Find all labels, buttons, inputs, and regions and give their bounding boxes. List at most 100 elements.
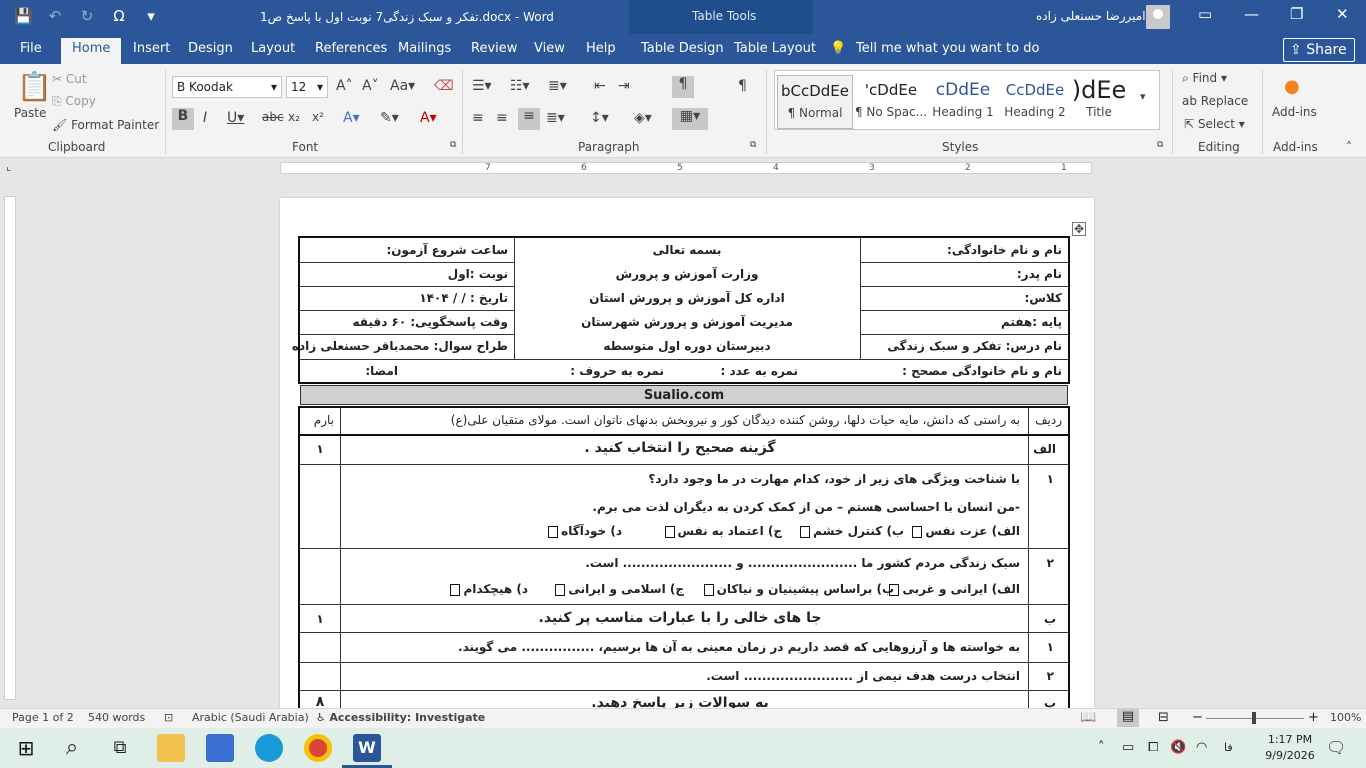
tell-me-search[interactable]: Tell me what you want to do [856, 41, 1039, 56]
print-layout-icon[interactable]: ▤ [1117, 709, 1139, 727]
line-spacing-icon[interactable]: ↕▾ [590, 110, 609, 126]
customize-qat-icon[interactable]: ▾ [142, 7, 160, 25]
user-name[interactable]: امیررضا حسنعلی زاده [1036, 9, 1146, 23]
input-language[interactable]: فا [1224, 741, 1233, 754]
share-button[interactable]: ⇪ Share [1283, 38, 1355, 62]
word-count[interactable]: 540 words [88, 711, 145, 724]
font-color-icon[interactable]: A▾ [420, 110, 437, 126]
font-dialog-launcher-icon[interactable]: ⧉ [450, 140, 456, 150]
symbol-icon[interactable]: Ω [110, 7, 128, 25]
font-name-combo[interactable]: B Koodak ▾ [172, 76, 282, 98]
checkbox[interactable] [800, 525, 811, 538]
cut-button[interactable]: ✂ Cut [52, 72, 87, 86]
table-move-handle-icon[interactable]: ✥ [1072, 222, 1086, 236]
checkbox[interactable] [703, 583, 714, 596]
copy-button[interactable]: ⎘ Copy [52, 94, 96, 109]
close-icon[interactable]: ✕ [1336, 5, 1349, 23]
proofing-icon[interactable]: ⊡ [164, 711, 173, 724]
align-center-icon[interactable]: ≡ [496, 110, 508, 126]
network-icon[interactable]: ◠ [1196, 740, 1207, 755]
grow-font-icon[interactable]: A˄ [336, 78, 353, 94]
horizontal-ruler[interactable]: 7 6 5 4 3 2 1 [280, 162, 1092, 174]
tab-table-design[interactable]: Table Design [641, 41, 724, 56]
tab-home[interactable]: Home [61, 38, 122, 64]
task-view-icon[interactable]: ⧉ [106, 734, 134, 762]
checkbox[interactable] [548, 525, 559, 538]
styles-more-icon[interactable]: ▾ [1140, 90, 1146, 103]
monitor-icon[interactable]: ⧠ [1148, 740, 1158, 755]
accessibility-status[interactable]: ♿ Accessibility: Investigate [316, 711, 485, 724]
decrease-indent-icon[interactable]: ⇤ [594, 78, 606, 94]
borders-icon[interactable]: ▦▾ [672, 108, 708, 130]
justify-icon[interactable]: ≣▾ [546, 110, 565, 126]
shading-icon[interactable]: ◈▾ [634, 110, 652, 126]
style-no-spacing[interactable]: 'cDdEe ¶ No Spac... [853, 75, 929, 129]
clock-date[interactable]: 9/9/2026 [1258, 749, 1322, 762]
tab-insert[interactable]: Insert [133, 41, 170, 56]
bullets-icon[interactable]: ☰▾ [472, 78, 492, 94]
shrink-font-icon[interactable]: A˅ [362, 78, 379, 94]
add-ins-button[interactable]: Add-ins [1272, 105, 1317, 119]
web-layout-icon[interactable]: ⊟ [1158, 710, 1169, 725]
add-ins-icon[interactable]: ● [1284, 76, 1300, 97]
word-app-icon[interactable]: W [353, 734, 381, 762]
volume-muted-icon[interactable]: 🔇 [1170, 740, 1186, 755]
save-icon[interactable]: 💾 [14, 7, 33, 25]
style-title[interactable]: )dEe Title [1061, 75, 1137, 129]
maximize-icon[interactable]: ❐ [1290, 5, 1303, 23]
tab-review[interactable]: Review [471, 41, 517, 56]
checkbox[interactable] [912, 525, 923, 538]
vertical-ruler[interactable] [4, 196, 16, 700]
clock-time[interactable]: 1:17 PM [1262, 733, 1318, 746]
style-normal[interactable]: bCcDdEe ¶ Normal [777, 75, 853, 129]
windows-start-icon[interactable]: ⊞ [12, 734, 40, 762]
tab-file[interactable]: File [20, 41, 42, 56]
file-explorer-icon[interactable] [157, 734, 185, 762]
underline-icon[interactable]: U▾ [227, 110, 244, 126]
font-size-combo[interactable]: 12 ▾ [286, 76, 328, 98]
collapse-ribbon-icon[interactable]: ˄ [1346, 140, 1352, 154]
read-mode-icon[interactable]: 📖 [1080, 710, 1096, 725]
tab-view[interactable]: View [534, 41, 565, 56]
increase-indent-icon[interactable]: ⇥ [618, 78, 630, 94]
edge-icon[interactable] [255, 734, 283, 762]
show-marks-icon[interactable]: ¶ [738, 78, 747, 94]
avatar[interactable] [1146, 5, 1170, 29]
align-right-icon[interactable]: ≡ [518, 108, 540, 130]
zoom-level[interactable]: 100% [1330, 711, 1361, 724]
italic-icon[interactable]: I [203, 110, 207, 126]
paste-button[interactable]: Paste [14, 106, 46, 120]
style-heading-1[interactable]: cDdEe Heading 1 [925, 75, 1001, 129]
search-icon[interactable]: ⌕ [58, 734, 86, 762]
store-icon[interactable] [206, 734, 234, 762]
tab-table-layout[interactable]: Table Layout [734, 41, 816, 56]
text-effects-icon[interactable]: A▾ [343, 110, 360, 126]
tab-help[interactable]: Help [586, 41, 616, 56]
zoom-in-icon[interactable]: + [1308, 710, 1319, 725]
align-left-icon[interactable]: ≡ [472, 110, 484, 126]
multilevel-list-icon[interactable]: ≣▾ [548, 78, 567, 94]
change-case-icon[interactable]: Aa▾ [390, 78, 415, 94]
subscript-icon[interactable]: x₂ [288, 110, 300, 124]
show-hidden-icons-icon[interactable]: ˄ [1098, 740, 1105, 755]
chrome-icon[interactable] [304, 734, 332, 762]
language-indicator[interactable]: Arabic (Saudi Arabia) [192, 711, 309, 724]
tab-references[interactable]: References [315, 41, 387, 56]
styles-dialog-launcher-icon[interactable]: ⧉ [1157, 140, 1163, 150]
replace-button[interactable]: ab Replace [1182, 94, 1248, 108]
undo-icon[interactable]: ↶ [46, 7, 64, 25]
superscript-icon[interactable]: x² [312, 110, 324, 124]
checkbox[interactable] [555, 583, 566, 596]
find-button[interactable]: ⌕ Find ▾ [1182, 71, 1227, 86]
tab-selector-icon[interactable]: ⌞ [6, 160, 11, 173]
checkbox[interactable] [664, 525, 675, 538]
numbering-icon[interactable]: ☷▾ [510, 78, 530, 94]
checkbox[interactable] [450, 583, 461, 596]
page-count[interactable]: Page 1 of 2 [12, 711, 74, 724]
highlight-icon[interactable]: ✎▾ [380, 110, 399, 126]
redo-icon[interactable]: ↻ [78, 7, 96, 25]
rtl-direction-icon[interactable]: ¶ [672, 76, 694, 98]
bold-icon[interactable]: B [172, 108, 194, 130]
tab-design[interactable]: Design [188, 41, 233, 56]
clear-formatting-icon[interactable]: ⌫ [434, 78, 454, 94]
